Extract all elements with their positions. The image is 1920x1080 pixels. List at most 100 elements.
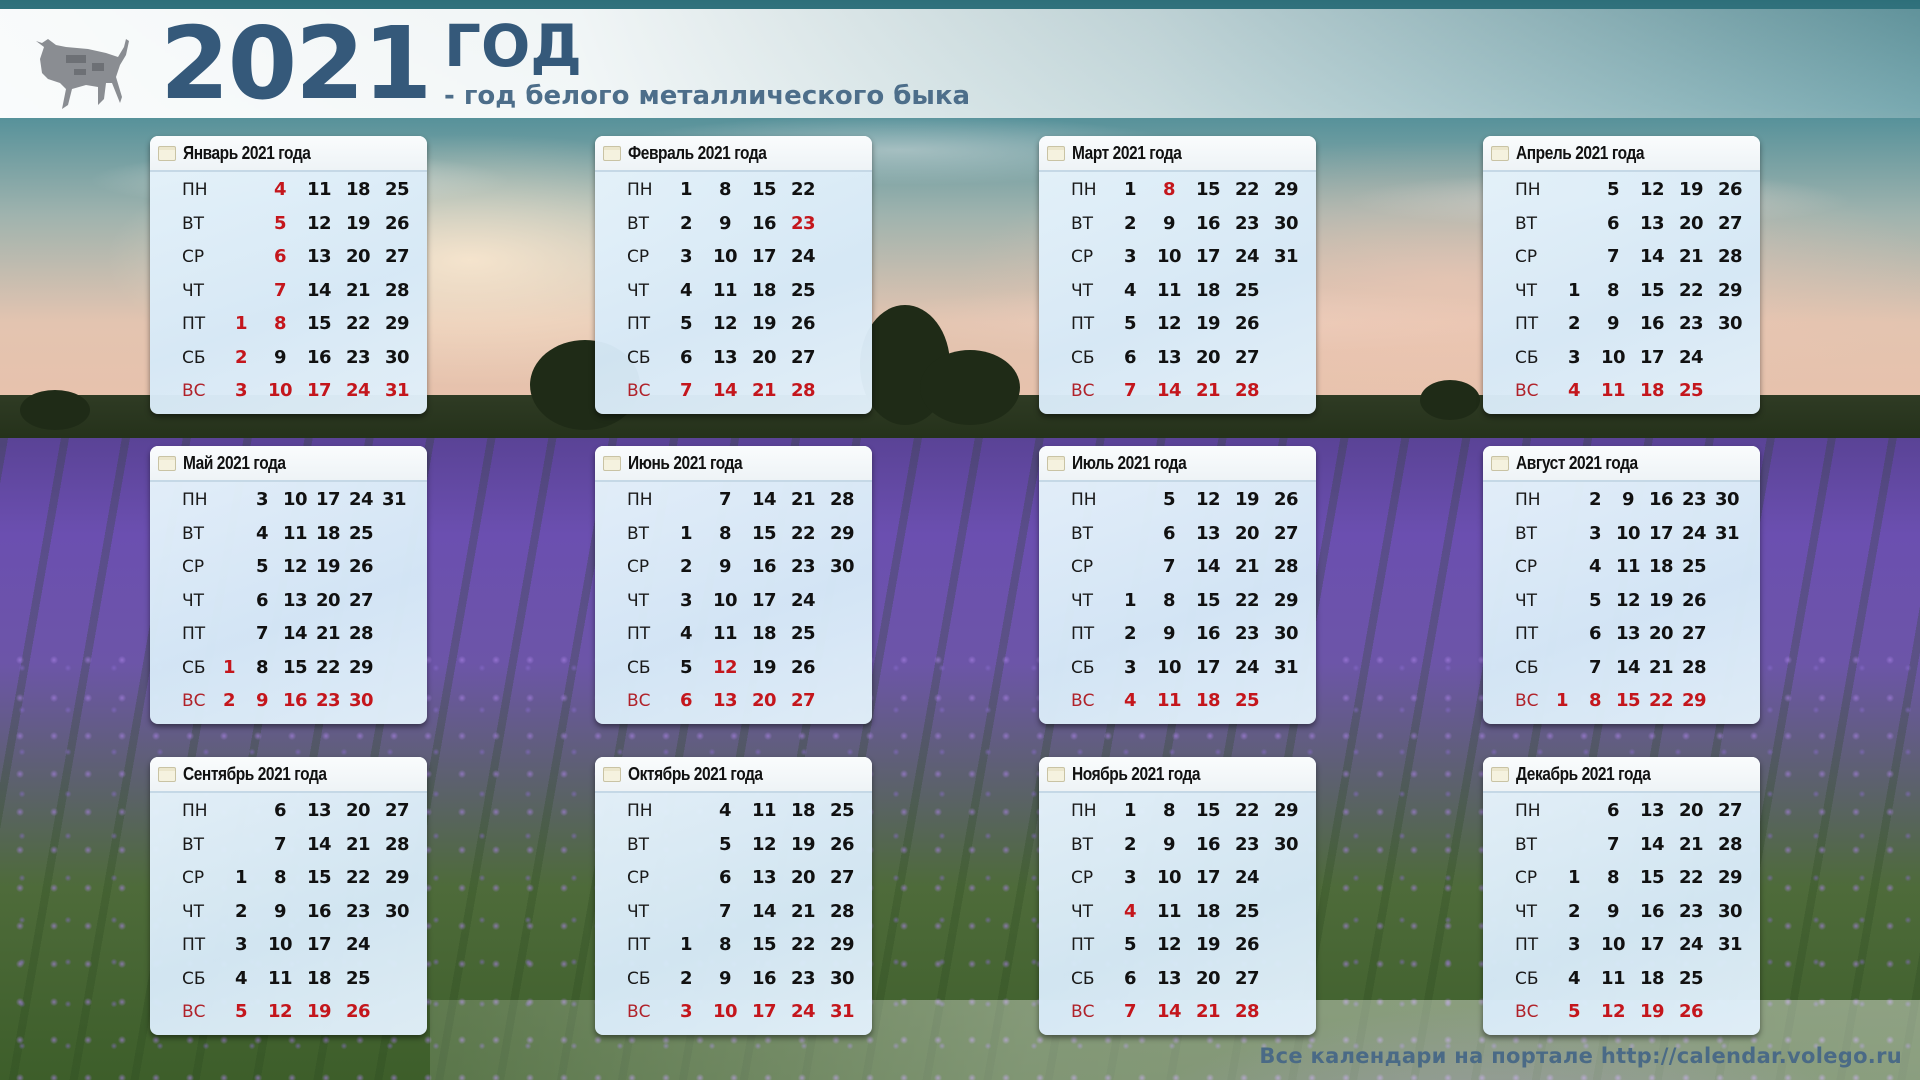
weekday-row: ПН 5 12 19 26 (1483, 176, 1760, 206)
weekday-row: ВТ 2 9 16 23 30 (1039, 831, 1316, 861)
day-cell: 26 (1234, 934, 1260, 955)
weekday-row: СБ 1 8 15 22 29 (150, 654, 427, 684)
day-cell: 3 (679, 589, 693, 611)
day-cell: 10 (1600, 346, 1626, 368)
weekday-row: ЧТ 7 14 21 28 (595, 898, 872, 928)
bull-icon (36, 39, 129, 109)
day-cell-holiday: 1 (1555, 690, 1569, 711)
weekday-label: ПН (182, 490, 208, 510)
day-cell-holiday: 8 (1588, 690, 1602, 711)
day-cell-holiday: 14 (712, 380, 738, 401)
day-cell: 17 (1639, 346, 1665, 368)
day-cell: 20 (1234, 522, 1260, 544)
day-cell-holiday: 7 (1123, 1001, 1137, 1022)
footer-link[interactable]: Все календари на портале http://calendar… (1259, 1044, 1902, 1068)
day-cell: 12 (1156, 313, 1182, 334)
month-card: Август 2021 года ПН 2 9 16 23 30 ВТ 3 10 17 24 31 СР 4… (1483, 446, 1760, 724)
day-cell: 16 (751, 212, 777, 234)
day-cell-holiday: 19 (306, 1001, 332, 1022)
weekday-label: ЧТ (1071, 901, 1094, 922)
weekday-row: ВС 4 11 18 25 (1039, 687, 1316, 717)
month-title: Ноябрь 2021 года (1072, 764, 1201, 784)
weekday-row: СБ 3 10 17 24 31 (1039, 654, 1316, 684)
day-cell: 23 (1234, 212, 1260, 234)
month-title: Октябрь 2021 года (628, 764, 763, 784)
month-card-header: Август 2021 года (1483, 446, 1760, 482)
weekday-label: ВС (182, 691, 206, 711)
day-cell: 13 (712, 346, 738, 368)
weekday-row: ПН 7 14 21 28 (595, 486, 872, 516)
weekday-label: СБ (1515, 347, 1539, 368)
weekday-label: ПН (1515, 490, 1541, 510)
day-cell: 3 (1123, 656, 1137, 678)
day-cell: 2 (679, 967, 693, 989)
day-cell: 29 (384, 313, 410, 334)
day-cell: 30 (1273, 623, 1299, 644)
day-cell: 11 (1156, 900, 1182, 922)
day-cell: 3 (1567, 934, 1581, 955)
day-cell: 30 (1717, 313, 1743, 334)
year-word: ГОД (444, 12, 582, 80)
day-cell: 28 (829, 489, 855, 510)
day-cell: 19 (1195, 934, 1221, 955)
day-cell: 11 (267, 967, 293, 989)
day-cell: 17 (1195, 246, 1221, 267)
day-cell-holiday: 6 (679, 690, 693, 711)
weekday-label: ВТ (182, 523, 205, 544)
day-cell: 3 (255, 489, 269, 510)
day-cell: 9 (273, 346, 287, 368)
weekday-row: ПТ 5 12 19 26 (1039, 310, 1316, 340)
day-cell: 9 (1162, 833, 1176, 855)
day-cell: 27 (348, 589, 374, 611)
weekday-row: ЧТ 1 8 15 22 29 (1039, 587, 1316, 617)
weekday-label: СР (627, 868, 650, 888)
weekday-row: ВТ 3 10 17 24 31 (1483, 520, 1760, 550)
day-cell-holiday: 14 (1156, 380, 1182, 401)
day-cell: 24 (790, 246, 816, 267)
day-cell: 16 (1195, 833, 1221, 855)
day-cell: 27 (829, 867, 855, 888)
day-cell: 9 (1621, 489, 1635, 510)
day-cell: 16 (1639, 313, 1665, 334)
day-cell: 11 (282, 522, 308, 544)
calendar-icon (1047, 456, 1065, 471)
day-cell: 2 (679, 212, 693, 234)
day-cell: 27 (790, 346, 816, 368)
day-cell: 10 (712, 589, 738, 611)
day-cell: 21 (1678, 246, 1704, 267)
weekday-label: ЧТ (627, 280, 650, 301)
day-cell: 22 (1678, 279, 1704, 301)
day-cell: 14 (1615, 656, 1641, 678)
day-cell-holiday: 7 (679, 380, 693, 401)
day-cell: 12 (282, 556, 308, 577)
day-cell: 18 (1648, 556, 1674, 577)
weekday-label: СБ (182, 657, 206, 678)
weekday-label: СБ (1071, 657, 1095, 678)
day-cell: 23 (345, 346, 371, 368)
day-cell: 5 (1123, 313, 1137, 334)
weekday-row: ВТ 2 9 16 23 30 (1039, 210, 1316, 240)
weekday-row: ВС 4 11 18 25 (1483, 377, 1760, 407)
day-cell: 18 (345, 179, 371, 200)
day-cell: 4 (679, 623, 693, 644)
calendar-icon (603, 456, 621, 471)
day-cell: 6 (679, 346, 693, 368)
day-cell: 19 (1648, 589, 1674, 611)
weekday-row: ВС 7 14 21 28 (1039, 377, 1316, 407)
weekday-label: ВТ (1515, 523, 1538, 544)
day-cell: 1 (234, 867, 248, 888)
day-cell: 6 (255, 589, 269, 611)
month-card: Январь 2021 года ПН 4 11 18 25 ВТ 5 12 19 26 СР 6 13 2… (150, 136, 427, 414)
day-cell-holiday: 23 (790, 212, 816, 234)
weekday-label: ЧТ (627, 901, 650, 922)
day-cell-holiday: 12 (712, 656, 738, 678)
day-cell-holiday: 17 (306, 380, 332, 401)
day-cell: 25 (384, 179, 410, 200)
day-cell: 9 (718, 212, 732, 234)
day-cell: 6 (1162, 522, 1176, 544)
weekday-row: ЧТ 4 11 18 25 (1039, 277, 1316, 307)
day-cell: 8 (718, 934, 732, 955)
day-cell: 10 (1615, 522, 1641, 544)
day-cell: 11 (1600, 967, 1626, 989)
month-title: Апрель 2021 года (1516, 143, 1645, 163)
